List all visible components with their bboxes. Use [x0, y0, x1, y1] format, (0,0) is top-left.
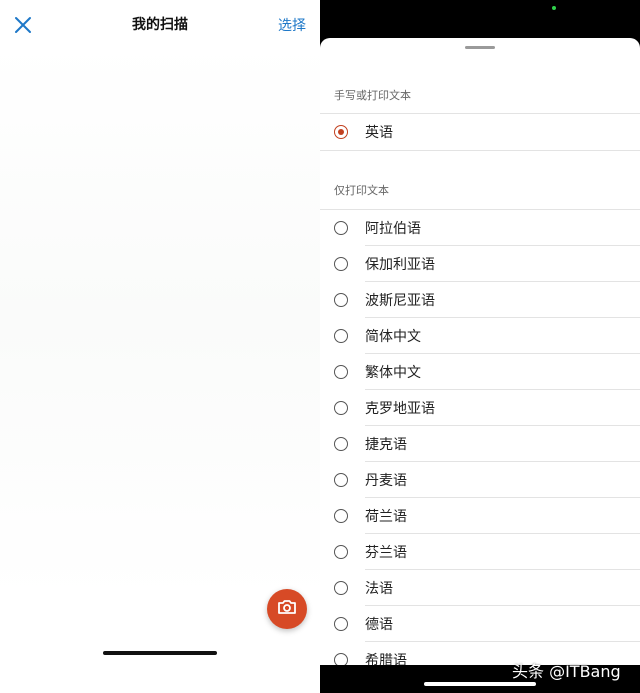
radio-icon	[334, 437, 348, 451]
home-indicator	[103, 651, 217, 655]
language-label: 简体中文	[365, 329, 421, 345]
language-option[interactable]: 荷兰语	[320, 498, 640, 534]
radio-icon	[334, 401, 348, 415]
language-option-english[interactable]: 英语	[320, 114, 640, 150]
language-label: 荷兰语	[365, 509, 407, 525]
language-option[interactable]: 德语	[320, 606, 640, 642]
my-scans-screen: 我的扫描 选择	[0, 0, 320, 693]
language-option[interactable]: 丹麦语	[320, 462, 640, 498]
sheet-grabber[interactable]	[465, 46, 495, 49]
camera-indicator-dot	[552, 6, 556, 10]
language-label: 阿拉伯语	[365, 221, 421, 237]
language-label: 捷克语	[365, 437, 407, 453]
section-header-handwritten: 手写或打印文本	[334, 89, 411, 102]
language-label: 法语	[365, 581, 393, 597]
select-button[interactable]: 选择	[278, 15, 306, 35]
language-option[interactable]: 捷克语	[320, 426, 640, 462]
radio-icon	[334, 581, 348, 595]
language-label: 英语	[365, 125, 393, 141]
language-picker-screen: 手写或打印文本 英语 仅打印文本 阿拉伯语保加利亚语波斯尼亚语简体中文繁体中文克…	[320, 0, 640, 693]
language-option[interactable]: 波斯尼亚语	[320, 282, 640, 318]
language-label: 克罗地亚语	[365, 401, 435, 417]
radio-icon	[334, 365, 348, 379]
language-option[interactable]: 法语	[320, 570, 640, 606]
radio-icon	[334, 221, 348, 235]
radio-selected-icon	[334, 125, 348, 139]
radio-icon	[334, 617, 348, 631]
radio-icon	[334, 473, 348, 487]
scans-area	[0, 40, 320, 600]
language-label: 芬兰语	[365, 545, 407, 561]
language-label: 波斯尼亚语	[365, 293, 435, 309]
radio-icon	[334, 257, 348, 271]
language-option[interactable]: 繁体中文	[320, 354, 640, 390]
radio-icon	[334, 293, 348, 307]
language-label: 德语	[365, 617, 393, 633]
watermark: 头条 @ITBang	[512, 662, 621, 681]
home-indicator	[424, 682, 536, 686]
language-option[interactable]: 简体中文	[320, 318, 640, 354]
divider	[320, 150, 640, 151]
camera-icon	[277, 599, 297, 619]
page-title: 我的扫描	[132, 17, 188, 33]
language-label: 保加利亚语	[365, 257, 435, 273]
radio-icon	[334, 329, 348, 343]
radio-icon	[334, 545, 348, 559]
language-label: 繁体中文	[365, 365, 421, 381]
radio-icon	[334, 509, 348, 523]
section-header-printed: 仅打印文本	[334, 184, 389, 197]
camera-button[interactable]	[267, 589, 307, 629]
language-option[interactable]: 克罗地亚语	[320, 390, 640, 426]
language-sheet: 手写或打印文本 英语 仅打印文本 阿拉伯语保加利亚语波斯尼亚语简体中文繁体中文克…	[320, 38, 640, 693]
language-option[interactable]: 保加利亚语	[320, 246, 640, 282]
language-label: 丹麦语	[365, 473, 407, 489]
language-option[interactable]: 阿拉伯语	[320, 210, 640, 246]
language-option[interactable]: 芬兰语	[320, 534, 640, 570]
